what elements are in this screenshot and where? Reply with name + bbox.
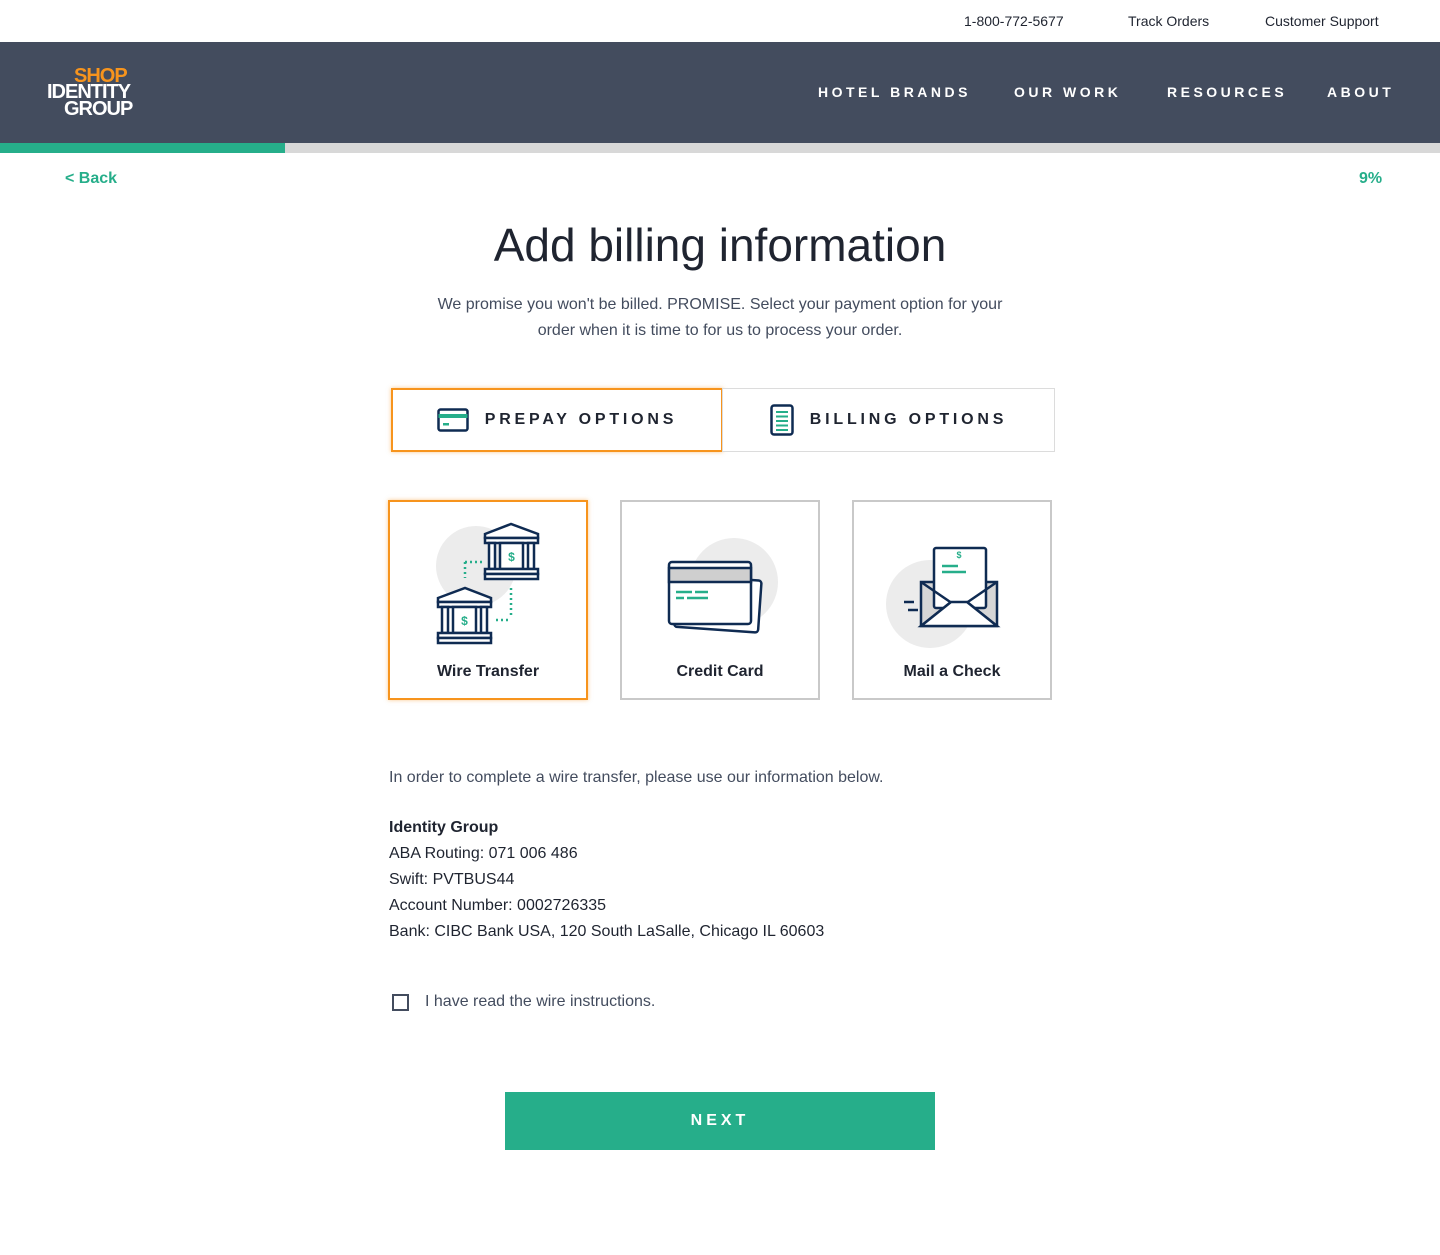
- utility-bar: 1-800-772-5677 Track Orders Customer Sup…: [0, 0, 1440, 42]
- logo-line-group: GROUP: [64, 98, 133, 120]
- wire-intro-text: In order to complete a wire transfer, pl…: [389, 769, 884, 786]
- nav-resources[interactable]: RESOURCES: [1167, 84, 1287, 100]
- svg-text:$: $: [508, 550, 515, 564]
- credit-card-icon: [436, 408, 469, 432]
- next-button[interactable]: NEXT: [505, 1092, 935, 1150]
- svg-text:$: $: [461, 614, 468, 628]
- invoice-icon: [770, 404, 794, 436]
- tab-billing-label: BILLING OPTIONS: [809, 411, 1008, 428]
- credit-card-label: Credit Card: [676, 663, 764, 680]
- nav-about[interactable]: ABOUT: [1327, 84, 1394, 100]
- wire-instructions-checkbox-row[interactable]: I have read the wire instructions.: [392, 993, 655, 1011]
- phone-link[interactable]: 1-800-772-5677: [964, 13, 1064, 29]
- nav-our-work[interactable]: OUR WORK: [1014, 84, 1121, 100]
- shop-identity-group-logo[interactable]: SHOP IDENTITY GROUP: [47, 64, 137, 122]
- bank-address: Bank: CIBC Bank USA, 120 South LaSalle, …: [389, 923, 825, 940]
- bank-company-name: Identity Group: [389, 819, 499, 836]
- bank-swift: Swift: PVTBUS44: [389, 871, 515, 888]
- nav-hotel-brands[interactable]: HOTEL BRANDS: [818, 84, 971, 100]
- payment-option-credit-card[interactable]: Credit Card: [620, 500, 820, 700]
- envelope-icon: $: [886, 546, 1001, 648]
- bank-transfer-icon: $ $: [436, 522, 540, 645]
- customer-support-link[interactable]: Customer Support: [1265, 13, 1379, 29]
- payment-option-mail-check[interactable]: $ Mail a Check: [852, 500, 1052, 700]
- wire-transfer-label: Wire Transfer: [436, 663, 540, 680]
- page-title: Add billing information: [493, 219, 947, 271]
- progress-percent: 9%: [1359, 170, 1383, 187]
- tab-prepay-label: PREPAY OPTIONS: [484, 411, 678, 428]
- site-header: SHOP IDENTITY GROUP HOTEL BRANDS OUR WOR…: [0, 42, 1440, 143]
- progress-bar: [0, 143, 1440, 153]
- wire-instructions-checkbox-label: I have read the wire instructions.: [425, 993, 656, 1010]
- tab-prepay-options[interactable]: PREPAY OPTIONS: [391, 388, 723, 452]
- progress-fill: [0, 143, 286, 153]
- tab-billing-options[interactable]: BILLING OPTIONS: [722, 388, 1055, 452]
- back-link[interactable]: < Back: [65, 170, 117, 188]
- wire-instructions-checkbox[interactable]: [392, 993, 409, 1011]
- payment-option-wire-transfer[interactable]: $ $ Wire Transfer: [388, 500, 588, 700]
- track-orders-link[interactable]: Track Orders: [1128, 13, 1209, 29]
- bank-routing: ABA Routing: 071 006 486: [389, 845, 578, 862]
- credit-cards-icon: [667, 538, 778, 634]
- mail-check-label: Mail a Check: [903, 663, 1001, 680]
- wire-bank-details: Identity Group ABA Routing: 071 006 486 …: [389, 815, 824, 945]
- svg-text:$: $: [956, 550, 961, 560]
- bank-account-number: Account Number: 0002726335: [389, 897, 607, 914]
- page-subtitle: We promise you won't be billed. PROMISE.…: [437, 296, 1003, 339]
